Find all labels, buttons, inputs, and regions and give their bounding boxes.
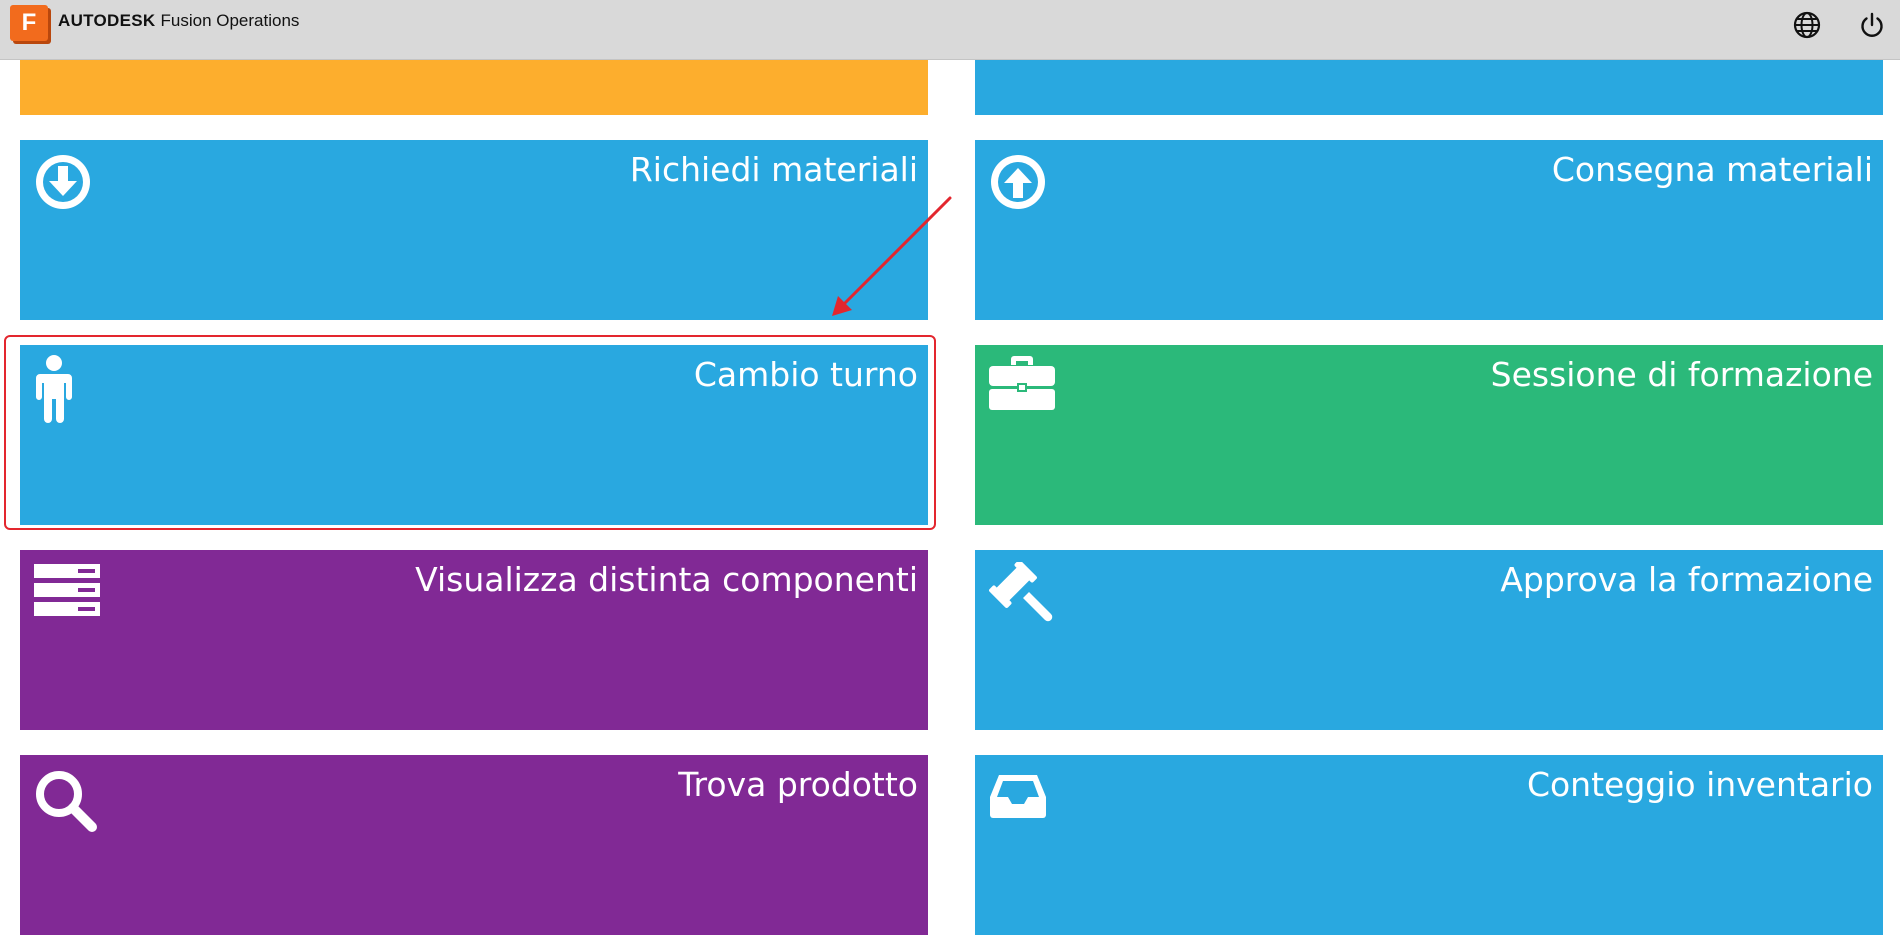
search-icon (34, 769, 100, 839)
tile-visualizza-distinta-componenti[interactable]: Visualizza distinta componenti (20, 550, 928, 730)
tile-label: Conteggio inventario (1526, 765, 1873, 804)
tile-cambio-turno[interactable]: Cambio turno (20, 345, 928, 525)
arrow-up-circle-icon (988, 152, 1048, 216)
brand-name: AUTODESK (58, 11, 156, 30)
tile-orange-partial[interactable] (20, 60, 928, 115)
tile-label: Richiedi materiali (629, 150, 918, 189)
power-icon[interactable] (1857, 10, 1887, 40)
tile-label: Approva la formazione (1500, 560, 1873, 599)
inbox-tray-icon (989, 773, 1047, 823)
fusion-logo: F (10, 5, 48, 41)
briefcase-icon (989, 355, 1055, 415)
gavel-icon (989, 560, 1055, 632)
tile-approva-la-formazione[interactable]: Approva la formazione (975, 550, 1883, 730)
app-title: AUTODESK Fusion Operations (58, 11, 299, 31)
top-bar: F AUTODESK Fusion Operations (0, 0, 1900, 60)
arrow-down-circle-icon (33, 152, 93, 216)
tile-label: Trova prodotto (678, 765, 918, 804)
tile-label: Cambio turno (693, 355, 918, 394)
tile-label: Visualizza distinta componenti (415, 560, 918, 599)
person-icon (34, 355, 74, 427)
product-name: Fusion Operations (160, 11, 300, 30)
tile-trova-prodotto[interactable]: Trova prodotto (20, 755, 928, 935)
globe-icon[interactable] (1792, 10, 1822, 40)
tile-sessione-di-formazione[interactable]: Sessione di formazione (975, 345, 1883, 525)
tile-conteggio-inventario[interactable]: Conteggio inventario (975, 755, 1883, 935)
tile-richiedi-materiali[interactable]: Richiedi materiali (20, 140, 928, 320)
tile-blue-partial[interactable] (975, 60, 1883, 115)
tile-label: Sessione di formazione (1490, 355, 1873, 394)
tile-consegna-materiali[interactable]: Consegna materiali (975, 140, 1883, 320)
tile-label: Consegna materiali (1551, 150, 1873, 189)
server-list-icon (34, 564, 100, 620)
